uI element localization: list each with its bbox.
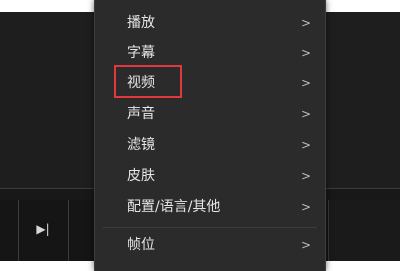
submenu-arrow-icon: > bbox=[300, 107, 311, 121]
submenu-arrow-icon: > bbox=[300, 169, 311, 183]
submenu-arrow-icon: > bbox=[300, 138, 311, 152]
menu-item-label: 声音 bbox=[127, 106, 155, 122]
submenu-arrow-icon: > bbox=[300, 46, 311, 60]
menu-item-frame[interactable]: 帧位 > bbox=[95, 231, 325, 259]
menu-item-label: 配置/语言/其他 bbox=[127, 199, 221, 215]
left-video-pane bbox=[0, 12, 97, 188]
menu-item-filter[interactable]: 滤镜 > bbox=[95, 131, 325, 159]
submenu-arrow-icon: > bbox=[300, 16, 311, 30]
play-next-icon: ▶| bbox=[36, 222, 50, 236]
menu-separator bbox=[103, 227, 317, 228]
divider bbox=[68, 200, 69, 261]
play-next-button[interactable]: ▶| bbox=[22, 216, 64, 242]
highlight-box bbox=[114, 65, 182, 98]
divider bbox=[18, 200, 19, 261]
menu-item-label: 滤镜 bbox=[127, 137, 155, 153]
menu-item-label: 播放 bbox=[127, 15, 155, 31]
menu-item-play[interactable]: 播放 > bbox=[95, 9, 325, 37]
menu-item-label: 皮肤 bbox=[127, 168, 155, 184]
submenu-arrow-icon: > bbox=[300, 238, 311, 252]
menu-item-settings[interactable]: 配置/语言/其他 > bbox=[95, 193, 325, 221]
menu-item-skin[interactable]: 皮肤 > bbox=[95, 162, 325, 190]
submenu-arrow-icon: > bbox=[300, 76, 311, 90]
menu-item-subtitle[interactable]: 字幕 > bbox=[95, 39, 325, 67]
menu-item-label: 字幕 bbox=[127, 45, 155, 61]
right-video-pane bbox=[325, 12, 400, 188]
menu-item-audio[interactable]: 声音 > bbox=[95, 100, 325, 128]
right-control-panel bbox=[328, 200, 400, 261]
submenu-arrow-icon: > bbox=[300, 200, 311, 214]
context-menu: 播放 > 字幕 > 视频 > 声音 > 滤镜 > 皮肤 > 配置/语言/其他 >… bbox=[94, 0, 326, 271]
menu-item-label: 帧位 bbox=[127, 237, 155, 253]
